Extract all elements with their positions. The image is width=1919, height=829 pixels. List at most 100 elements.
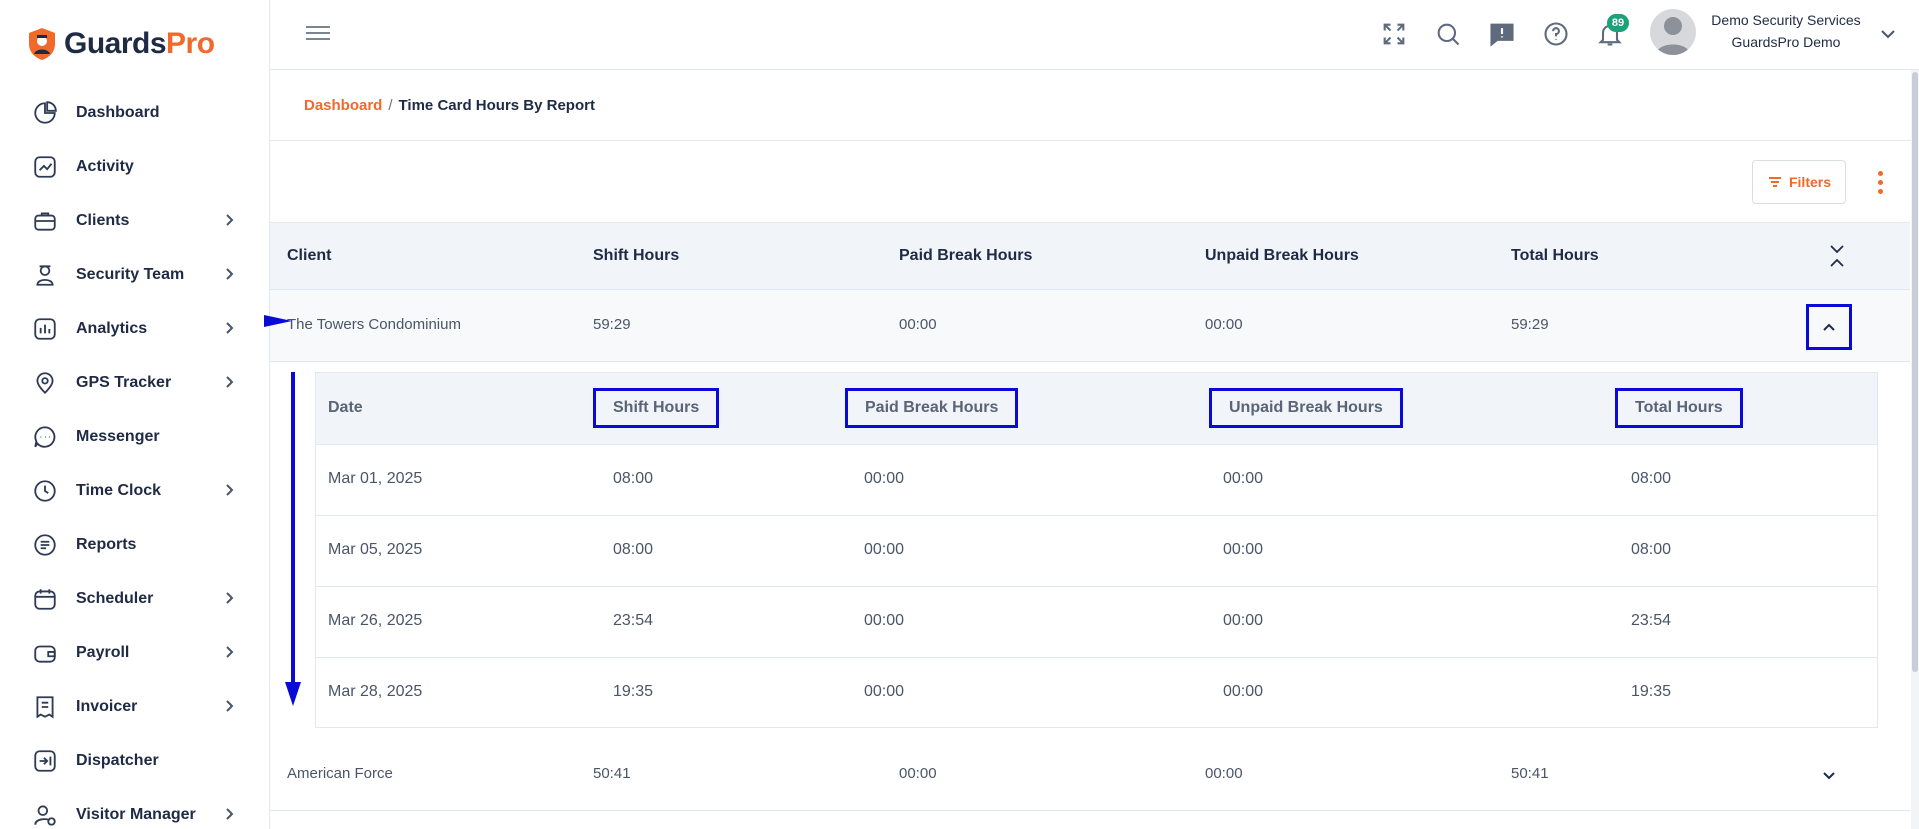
filter-icon <box>1768 177 1781 187</box>
sidebar-nav: Dashboard Activity Clients Security Team… <box>0 86 270 829</box>
search-icon[interactable] <box>1434 20 1462 48</box>
column-header-shift-hours[interactable]: Shift Hours <box>593 247 679 265</box>
more-options-icon[interactable] <box>1870 168 1890 198</box>
unpaid-break-hours: 00:00 <box>1205 316 1243 333</box>
sidebar-item-dashboard[interactable]: Dashboard <box>0 86 270 140</box>
sidebar-item-security-team[interactable]: Security Team <box>0 248 270 302</box>
row-date: Mar 05, 2025 <box>328 541 423 558</box>
filters-button-label: Filters <box>1788 174 1831 190</box>
fullscreen-icon[interactable] <box>1380 20 1408 48</box>
sidebar-item-messenger[interactable]: Messenger <box>0 410 270 464</box>
shift-hours: 50:41 <box>593 765 631 782</box>
row-date: Mar 28, 2025 <box>328 683 423 700</box>
briefcase-icon <box>30 206 60 236</box>
analytics-icon <box>30 314 60 344</box>
calendar-icon <box>30 584 60 614</box>
page-title: Time Card Hours By Report <box>398 97 595 114</box>
invoice-icon <box>30 692 60 722</box>
column-header-paid-break-hours[interactable]: Paid Break Hours <box>899 247 1032 265</box>
subtable-row: Mar 26, 2025 23:54 00:00 00:00 23:54 <box>316 587 1877 658</box>
column-header-total-hours[interactable]: Total Hours <box>1511 247 1599 265</box>
chevron-up-icon <box>1823 323 1835 331</box>
sidebar-item-analytics[interactable]: Analytics <box>0 302 270 356</box>
row-unpaid-break-hours: 00:00 <box>1223 612 1264 629</box>
sidebar-item-activity[interactable]: Activity <box>0 140 270 194</box>
avatar[interactable] <box>1650 9 1696 55</box>
breadcrumb: Dashboard / Time Card Hours By Report <box>304 97 595 114</box>
sidebar-item-payroll[interactable]: Payroll <box>0 626 270 680</box>
guardspro-logo[interactable]: GuardsPro <box>26 24 215 64</box>
detail-subtable: Date Shift Hours Paid Break Hours Unpaid… <box>315 372 1878 728</box>
app-root: GuardsPro Dashboard Activity Clients Sec… <box>0 0 1919 829</box>
visitor-icon <box>30 800 60 829</box>
subtable-column-date: Date <box>328 399 363 416</box>
top-header: 89 Demo Security Services GuardsPro Demo <box>270 0 1919 70</box>
filters-button[interactable]: Filters <box>1752 160 1846 204</box>
subtable-column-unpaid-break-hours: Unpaid Break Hours <box>1209 388 1403 428</box>
table-row[interactable]: The Towers Condominium 59:29 00:00 00:00… <box>270 290 1910 362</box>
sidebar-item-invoicer[interactable]: Invoicer <box>0 680 270 734</box>
breadcrumb-dashboard-link[interactable]: Dashboard <box>304 97 382 114</box>
row-paid-break-hours: 00:00 <box>864 541 905 558</box>
sidebar-item-scheduler[interactable]: Scheduler <box>0 572 270 626</box>
sidebar-item-time-clock[interactable]: Time Clock <box>0 464 270 518</box>
row-shift-hours: 19:35 <box>613 683 654 700</box>
notification-count-badge: 89 <box>1607 14 1629 32</box>
sidebar-item-label: Time Clock <box>76 482 162 499</box>
sidebar-item-reports[interactable]: Reports <box>0 518 270 572</box>
chevron-right-icon <box>222 699 236 713</box>
chevron-right-icon <box>222 645 236 659</box>
column-header-client[interactable]: Client <box>287 247 331 265</box>
sidebar-item-label: Visitor Manager <box>76 806 196 823</box>
chat-icon <box>30 422 60 452</box>
chevron-down-icon <box>1823 772 1835 780</box>
menu-toggle-icon[interactable] <box>306 22 330 46</box>
row-paid-break-hours: 00:00 <box>864 683 905 700</box>
sidebar-item-visitor-manager[interactable]: Visitor Manager <box>0 788 270 829</box>
row-total-hours: 08:00 <box>1631 541 1672 558</box>
shift-hours: 59:29 <box>593 316 631 333</box>
help-icon[interactable] <box>1542 20 1570 48</box>
row-paid-break-hours: 00:00 <box>864 470 905 487</box>
row-shift-hours: 08:00 <box>613 470 654 487</box>
row-total-hours: 23:54 <box>1631 612 1672 629</box>
client-name: The Towers Condominium <box>287 316 461 333</box>
row-shift-hours: 23:54 <box>613 612 654 629</box>
expand-row-button[interactable] <box>1806 753 1852 799</box>
annotation-arrow-down-icon <box>285 372 301 706</box>
page-scrollbar-thumb[interactable] <box>1912 72 1918 672</box>
activity-icon <box>30 152 60 182</box>
row-date: Mar 01, 2025 <box>328 470 423 487</box>
unpaid-break-hours: 00:00 <box>1205 765 1243 782</box>
feedback-icon[interactable] <box>1488 20 1516 48</box>
row-unpaid-break-hours: 00:00 <box>1223 683 1264 700</box>
table-row[interactable]: American Force 50:41 00:00 00:00 50:41 <box>270 739 1910 811</box>
collapse-row-button[interactable] <box>1806 304 1852 350</box>
row-date: Mar 26, 2025 <box>328 612 423 629</box>
chevron-down-icon[interactable] <box>1880 26 1896 42</box>
logo-text-guards: Guards <box>64 27 167 60</box>
breadcrumb-separator: / <box>388 97 393 114</box>
logo-shield-icon <box>29 28 55 60</box>
sidebar-item-label: Dispatcher <box>76 752 159 769</box>
logo-text: GuardsPro <box>64 27 215 61</box>
row-unpaid-break-hours: 00:00 <box>1223 470 1264 487</box>
guard-icon <box>30 260 60 290</box>
column-header-unpaid-break-hours[interactable]: Unpaid Break Hours <box>1205 247 1359 265</box>
wallet-icon <box>30 638 60 668</box>
breadcrumb-bar: Dashboard / Time Card Hours By Report <box>270 70 1919 141</box>
sidebar-item-gps-tracker[interactable]: GPS Tracker <box>0 356 270 410</box>
subtable-column-total-hours: Total Hours <box>1615 388 1743 428</box>
paid-break-hours: 00:00 <box>899 316 937 333</box>
row-unpaid-break-hours: 00:00 <box>1223 541 1264 558</box>
dispatch-icon <box>30 746 60 776</box>
collapse-all-icon[interactable] <box>1826 243 1848 269</box>
sidebar-item-label: Reports <box>76 536 137 553</box>
sidebar-item-label: Analytics <box>76 320 148 337</box>
sidebar-item-label: Activity <box>76 158 134 175</box>
chevron-right-icon <box>222 321 236 335</box>
sidebar-item-clients[interactable]: Clients <box>0 194 270 248</box>
sidebar-item-label: Scheduler <box>76 590 154 607</box>
subtable-row: Mar 01, 2025 08:00 00:00 00:00 08:00 <box>316 445 1877 516</box>
sidebar-item-dispatcher[interactable]: Dispatcher <box>0 734 270 788</box>
